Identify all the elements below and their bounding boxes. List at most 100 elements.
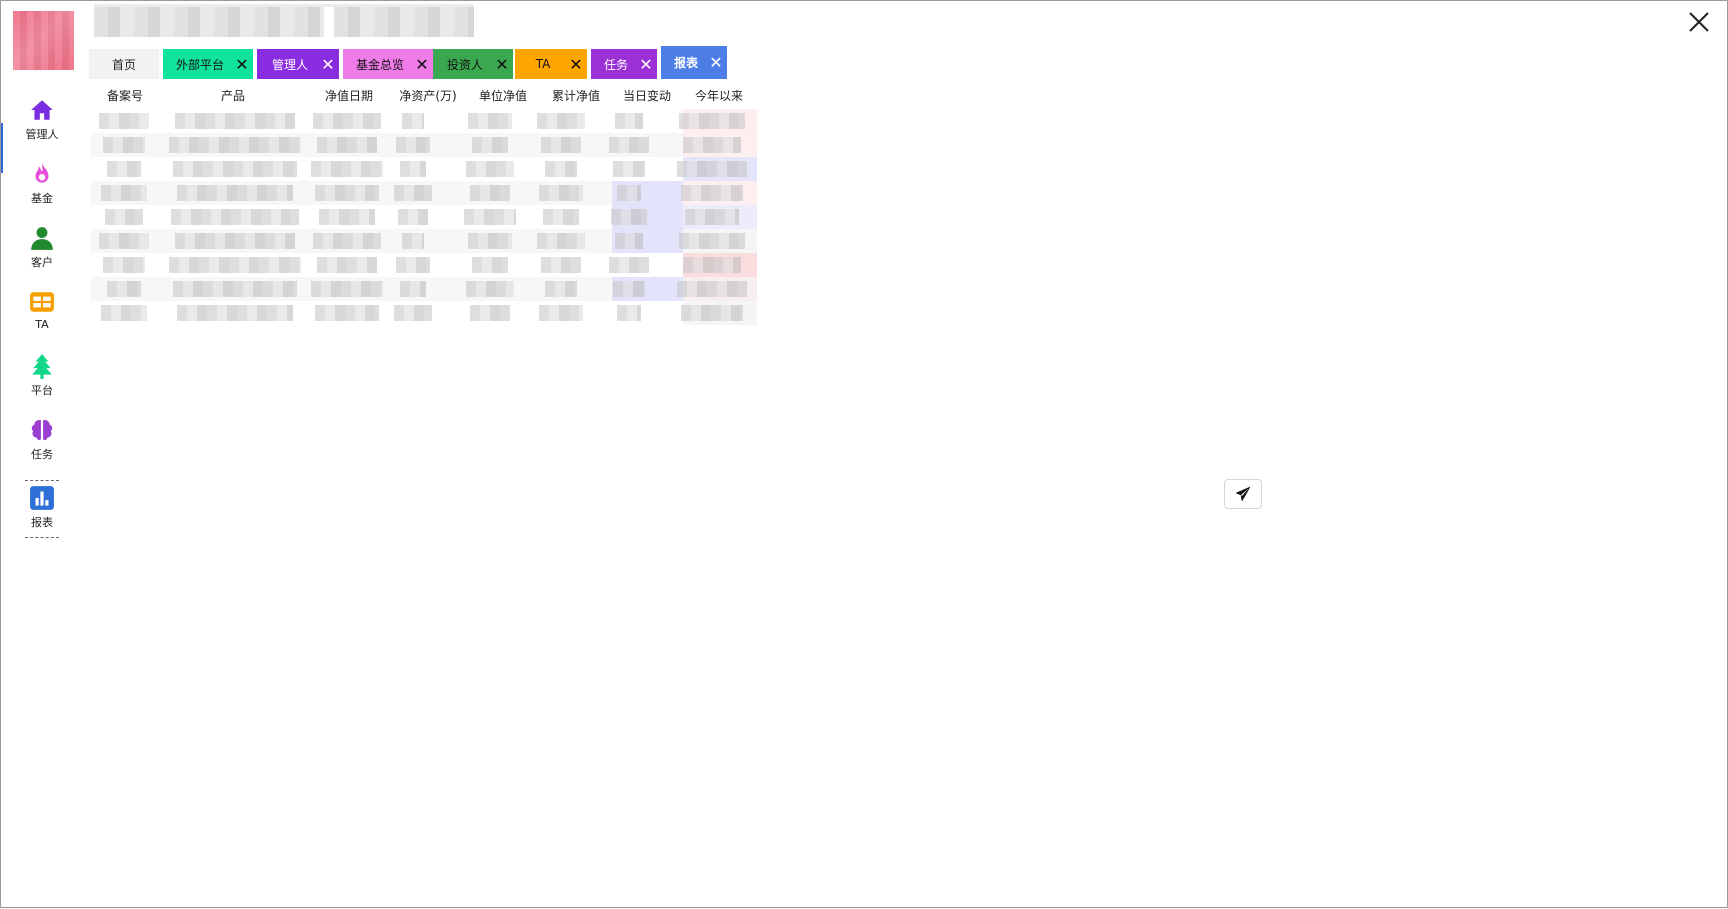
table-row[interactable]	[91, 277, 757, 301]
send-button[interactable]	[1224, 479, 1262, 509]
redacted-cell	[103, 257, 145, 273]
redacted-cell	[617, 305, 641, 321]
sidebar: 管理人 基金 客户 TA 平台 任务 报表	[1, 1, 83, 909]
redacted-cell	[394, 305, 432, 321]
redacted-cell	[539, 185, 583, 201]
close-icon[interactable]: ✕	[231, 49, 253, 79]
redacted-cell	[402, 113, 424, 129]
redacted-cell	[313, 233, 381, 249]
redacted-cell	[99, 233, 149, 249]
send-icon	[1235, 486, 1251, 502]
close-icon[interactable]: ✕	[565, 49, 587, 79]
redacted-cell	[466, 161, 514, 177]
redacted-cell	[319, 209, 375, 225]
tab-label: 外部平台	[175, 57, 224, 72]
column-header[interactable]: 净资产(万)	[399, 87, 456, 104]
app-window: 管理人 基金 客户 TA 平台 任务 报表 首页 外部平台 ✕ 管理人 ✕ 基金…	[0, 0, 1728, 908]
redacted-cell	[400, 161, 426, 177]
sidebar-item-label: 客户	[31, 256, 53, 269]
sidebar-item-platform[interactable]: 平台	[1, 353, 83, 411]
redacted-cell	[472, 137, 508, 153]
redacted-cell	[169, 257, 301, 273]
redacted-cell	[396, 257, 430, 273]
brain-icon	[31, 419, 53, 441]
sidebar-item-task[interactable]: 任务	[1, 417, 83, 475]
table-row[interactable]	[91, 181, 757, 205]
table-row[interactable]	[91, 109, 757, 133]
column-header[interactable]: 今年以来	[695, 87, 743, 104]
redacted-cell	[317, 257, 377, 273]
redacted-cell	[464, 209, 516, 225]
close-icon	[1689, 12, 1709, 32]
redacted-cell	[683, 137, 741, 153]
redacted-cell	[313, 113, 381, 129]
redacted-cell	[105, 209, 143, 225]
close-icon[interactable]: ✕	[635, 49, 657, 79]
close-icon[interactable]: ✕	[705, 48, 727, 78]
redacted-cell	[99, 113, 149, 129]
redacted-cell	[173, 161, 297, 177]
redacted-cell	[537, 233, 585, 249]
redacted-cell	[398, 209, 428, 225]
tab-investor[interactable]: 投资人 ✕	[433, 49, 513, 79]
redacted-cell	[613, 281, 645, 297]
tab-fund-overview[interactable]: 基金总览 ✕	[343, 49, 433, 79]
column-header[interactable]: 产品	[221, 87, 245, 104]
redacted-cell	[103, 137, 145, 153]
tab-task[interactable]: 任务 ✕	[591, 49, 657, 79]
redacted-cell	[679, 233, 745, 249]
redacted-cell	[545, 161, 577, 177]
table-header: 备案号 产品 净值日期 净资产(万) 单位净值 累计净值 当日变动 今年以来	[91, 85, 757, 105]
table-row[interactable]	[91, 133, 757, 157]
tab-home[interactable]: 首页	[89, 49, 159, 79]
tab-ta[interactable]: TA ✕	[515, 49, 587, 79]
tab-label: 任务	[603, 57, 628, 72]
close-icon[interactable]: ✕	[411, 49, 433, 79]
column-header[interactable]: 净值日期	[325, 87, 373, 104]
table-row[interactable]	[91, 253, 757, 277]
sidebar-item-manager[interactable]: 管理人	[1, 97, 83, 155]
redacted-cell	[311, 281, 383, 297]
redacted-cell	[685, 209, 739, 225]
redacted-cell	[468, 233, 512, 249]
sidebar-item-fund[interactable]: 基金	[1, 161, 83, 219]
redacted-cell	[402, 233, 424, 249]
tab-label: 报表	[673, 56, 698, 70]
tab-label: TA	[535, 57, 551, 71]
close-icon[interactable]: ✕	[317, 49, 339, 79]
tab-report[interactable]: 报表 ✕	[661, 46, 727, 79]
table-row[interactable]	[91, 157, 757, 181]
column-header[interactable]: 备案号	[107, 87, 143, 104]
column-header[interactable]: 单位净值	[479, 87, 527, 104]
redacted-cell	[107, 161, 141, 177]
sidebar-item-report[interactable]: 报表	[25, 480, 59, 538]
column-header[interactable]: 当日变动	[623, 87, 671, 104]
close-window-button[interactable]	[1686, 9, 1712, 35]
redacted-cell	[175, 113, 295, 129]
redacted-cell	[396, 137, 430, 153]
tab-manager[interactable]: 管理人 ✕	[257, 49, 339, 79]
table-row[interactable]	[91, 229, 757, 253]
redacted-cell	[615, 233, 643, 249]
tab-label: 首页	[111, 57, 136, 72]
table-icon	[30, 292, 54, 312]
redacted-cell	[681, 305, 743, 321]
redacted-cell	[470, 185, 510, 201]
column-header[interactable]: 累计净值	[552, 87, 600, 104]
table-row[interactable]	[91, 205, 757, 229]
page-title	[94, 7, 474, 37]
redacted-cell	[171, 209, 299, 225]
tab-external-platform[interactable]: 外部平台 ✕	[163, 49, 253, 79]
close-icon[interactable]: ✕	[491, 49, 513, 79]
redacted-cell	[472, 257, 508, 273]
sidebar-item-label: 任务	[31, 448, 53, 461]
sidebar-item-client[interactable]: 客户	[1, 225, 83, 283]
redacted-cell	[615, 113, 643, 129]
redacted-cell	[677, 281, 747, 297]
sidebar-item-ta[interactable]: TA	[1, 289, 83, 347]
table-row[interactable]	[91, 301, 757, 325]
tab-label: 投资人	[446, 57, 483, 72]
fire-icon	[35, 163, 49, 183]
redacted-cell	[468, 113, 512, 129]
redacted-cell	[609, 137, 649, 153]
